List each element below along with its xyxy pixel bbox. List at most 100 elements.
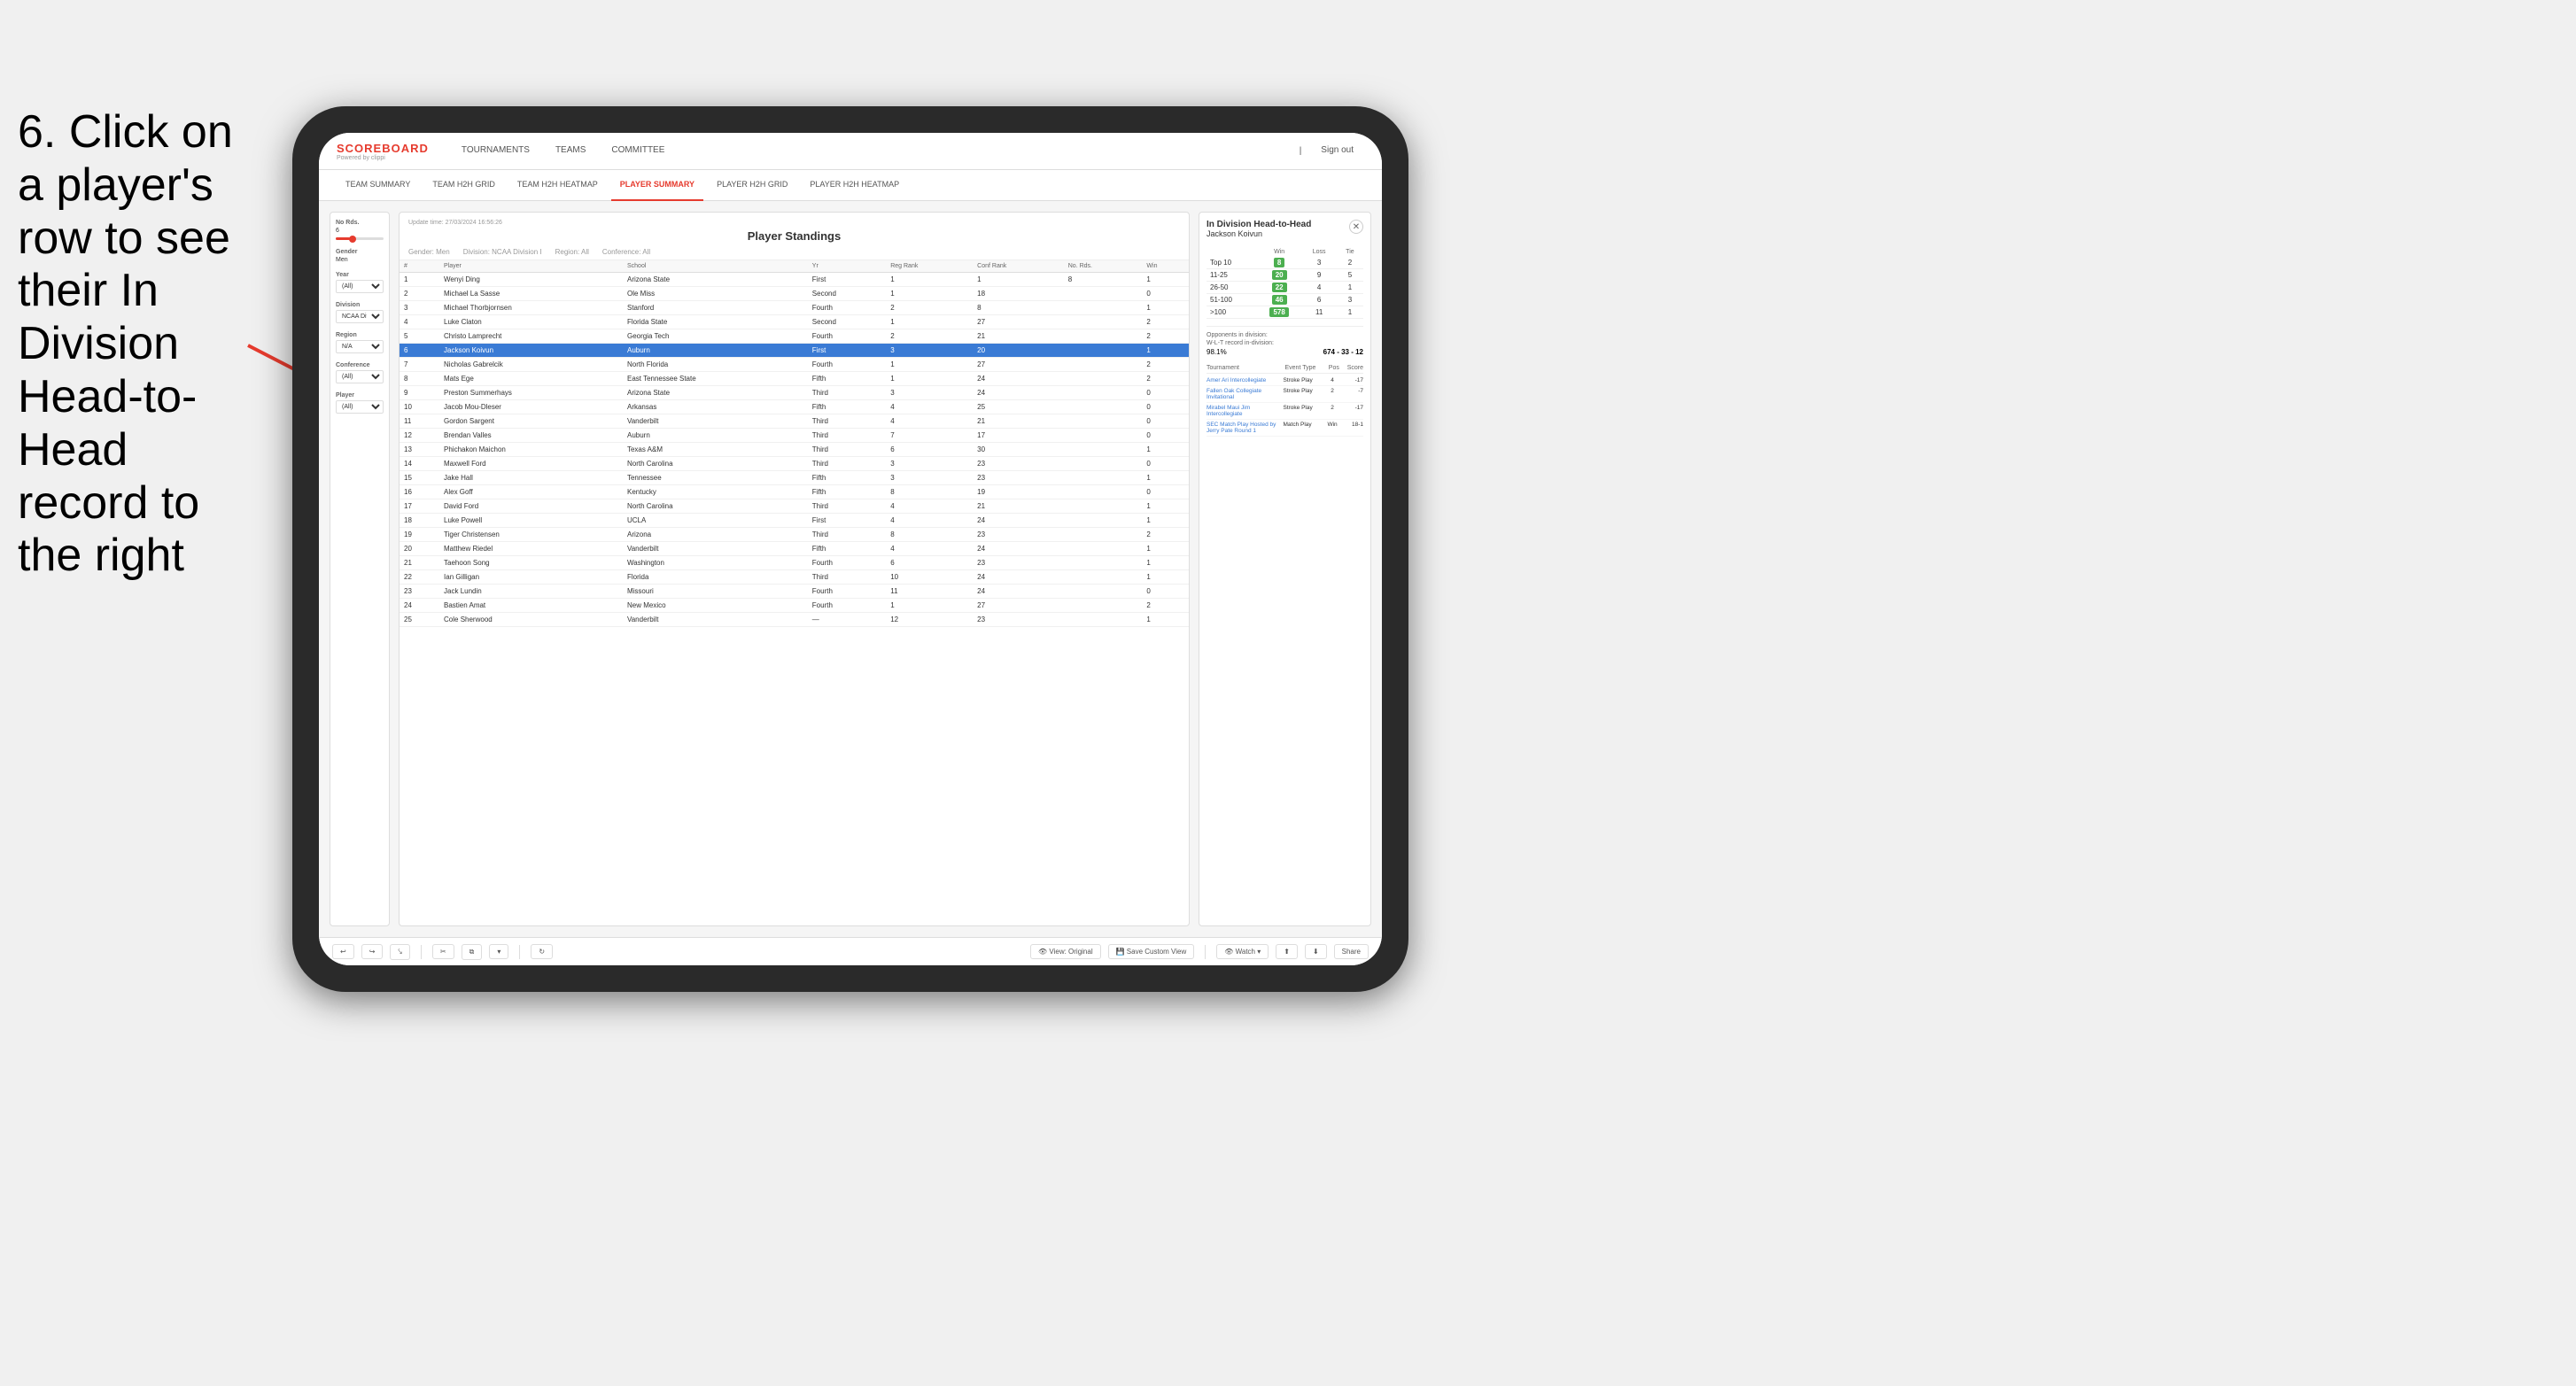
cell-num: 11 — [400, 414, 439, 429]
h2h-record: 674 - 33 - 12 — [1323, 348, 1363, 356]
table-row[interactable]: 6 Jackson Koivun Auburn First 3 20 1 — [400, 344, 1189, 358]
cell-school: Vanderbilt — [623, 542, 808, 556]
toolbar-save-custom[interactable]: 💾 Save Custom View — [1108, 944, 1195, 959]
cell-win: 0 — [1142, 429, 1189, 443]
cell-no-rds — [1064, 499, 1143, 514]
table-row[interactable]: 19 Tiger Christensen Arizona Third 8 23 … — [400, 528, 1189, 542]
h2h-col-win: Win — [1257, 247, 1302, 257]
table-row[interactable]: 5 Christo Lamprecht Georgia Tech Fourth … — [400, 329, 1189, 344]
nav-teams[interactable]: TEAMS — [545, 133, 596, 170]
table-row[interactable]: 7 Nicholas Gabrelcik North Florida Fourt… — [400, 358, 1189, 372]
toolbar-export[interactable]: ⤥ — [390, 944, 410, 960]
no-rds-slider[interactable] — [336, 237, 384, 240]
cell-year: Fifth — [808, 485, 886, 499]
region-select[interactable]: N/A — [336, 340, 384, 353]
tournament-row[interactable]: Fallen Oak Collegiate Invitational Strok… — [1207, 386, 1363, 403]
table-row[interactable]: 20 Matthew Riedel Vanderbilt Fifth 4 24 … — [400, 542, 1189, 556]
nav-committee[interactable]: COMMITTEE — [601, 133, 675, 170]
tournament-row[interactable]: SEC Match Play Hosted by Jerry Pate Roun… — [1207, 420, 1363, 437]
table-row[interactable]: 23 Jack Lundin Missouri Fourth 11 24 0 — [400, 585, 1189, 599]
table-row[interactable]: 13 Phichakon Maichon Texas A&M Third 6 3… — [400, 443, 1189, 457]
cell-num: 8 — [400, 372, 439, 386]
toolbar-refresh[interactable]: ↻ — [531, 944, 553, 959]
table-row[interactable]: 4 Luke Claton Florida State Second 1 27 … — [400, 315, 1189, 329]
sign-out-button[interactable]: Sign out — [1310, 133, 1364, 170]
toolbar-cut[interactable]: ✂ — [432, 944, 454, 959]
conference-filter: Conference (All) — [336, 362, 384, 383]
cell-no-rds — [1064, 344, 1143, 358]
table-row[interactable]: 18 Luke Powell UCLA First 4 24 1 — [400, 514, 1189, 528]
toolbar-more[interactable]: ▾ — [489, 944, 508, 959]
toolbar-redo[interactable]: ↪ — [361, 944, 384, 959]
sub-nav-player-h2h-grid[interactable]: PLAYER H2H GRID — [708, 170, 796, 201]
table-row[interactable]: 3 Michael Thorbjornsen Stanford Fourth 2… — [400, 301, 1189, 315]
cell-school: Vanderbilt — [623, 613, 808, 627]
table-row[interactable]: 22 Ian Gilligan Florida Third 10 24 1 — [400, 570, 1189, 585]
table-row[interactable]: 16 Alex Goff Kentucky Fifth 8 19 0 — [400, 485, 1189, 499]
cell-win: 1 — [1142, 344, 1189, 358]
cell-school: Arkansas — [623, 400, 808, 414]
nav-tournaments[interactable]: TOURNAMENTS — [451, 133, 540, 170]
cell-conf-rank: 27 — [973, 315, 1064, 329]
tournament-score: -17 — [1345, 377, 1363, 383]
table-row[interactable]: 11 Gordon Sargent Vanderbilt Third 4 21 … — [400, 414, 1189, 429]
division-filter-display: Division: NCAA Division I — [463, 248, 542, 256]
cell-year: Third — [808, 414, 886, 429]
table-row[interactable]: 10 Jacob Mou-Dleser Arkansas Fifth 4 25 … — [400, 400, 1189, 414]
cell-num: 17 — [400, 499, 439, 514]
toolbar-undo[interactable]: ↩ — [332, 944, 354, 959]
col-no-rds: No. Rds. — [1064, 260, 1143, 273]
h2h-win: 578 — [1257, 306, 1302, 319]
region-filter: Region N/A — [336, 332, 384, 353]
tournament-name: SEC Match Play Hosted by Jerry Pate Roun… — [1207, 422, 1280, 434]
sub-nav-team-summary[interactable]: TEAM SUMMARY — [337, 170, 419, 201]
division-select[interactable]: NCAA Division I — [336, 310, 384, 323]
h2h-loss: 9 — [1301, 269, 1336, 282]
sub-nav-team-h2h-heatmap[interactable]: TEAM H2H HEATMAP — [508, 170, 607, 201]
toolbar-view-original[interactable]: 👁 View: Original — [1030, 944, 1101, 959]
nav-items: TOURNAMENTS TEAMS COMMITTEE — [451, 133, 1300, 170]
cell-no-rds — [1064, 457, 1143, 471]
cell-player: Ian Gilligan — [439, 570, 623, 585]
table-row[interactable]: 21 Taehoon Song Washington Fourth 6 23 1 — [400, 556, 1189, 570]
table-row[interactable]: 15 Jake Hall Tennessee Fifth 3 23 1 — [400, 471, 1189, 485]
table-row[interactable]: 9 Preston Summerhays Arizona State Third… — [400, 386, 1189, 400]
table-row[interactable]: 1 Wenyi Ding Arizona State First 1 1 8 1 — [400, 273, 1189, 287]
player-filter: Player (All) — [336, 392, 384, 414]
h2h-win: 22 — [1257, 282, 1302, 294]
toolbar-watch[interactable]: 👁 Watch ▾ — [1216, 944, 1269, 959]
cell-no-rds — [1064, 414, 1143, 429]
cell-conf-rank: 23 — [973, 528, 1064, 542]
col-player: Player — [439, 260, 623, 273]
toolbar-down[interactable]: ⬇ — [1305, 944, 1327, 959]
cell-win: 2 — [1142, 315, 1189, 329]
tournament-row[interactable]: Mirabel Maui Jim Intercollegiate Stroke … — [1207, 403, 1363, 420]
toolbar-share[interactable]: Share — [1334, 944, 1369, 959]
year-select[interactable]: (All) — [336, 280, 384, 293]
player-select[interactable]: (All) — [336, 400, 384, 414]
table-row[interactable]: 12 Brendan Valles Auburn Third 7 17 0 — [400, 429, 1189, 443]
standings-table-container[interactable]: # Player School Yr Reg Rank Conf Rank No… — [400, 260, 1189, 925]
cell-player: Alex Goff — [439, 485, 623, 499]
toolbar-up[interactable]: ⬆ — [1276, 944, 1298, 959]
cell-no-rds — [1064, 599, 1143, 613]
conference-select[interactable]: (All) — [336, 370, 384, 383]
cell-win: 2 — [1142, 599, 1189, 613]
tournament-row[interactable]: Amer Ari Intercollegiate Stroke Play 4 -… — [1207, 376, 1363, 386]
sub-nav-player-h2h-heatmap[interactable]: PLAYER H2H HEATMAP — [801, 170, 908, 201]
toolbar-copy[interactable]: ⧉ — [462, 944, 483, 960]
table-row[interactable]: 2 Michael La Sasse Ole Miss Second 1 18 … — [400, 287, 1189, 301]
table-row[interactable]: 17 David Ford North Carolina Third 4 21 … — [400, 499, 1189, 514]
sub-nav-team-h2h-grid[interactable]: TEAM H2H GRID — [423, 170, 504, 201]
table-row[interactable]: 24 Bastien Amat New Mexico Fourth 1 27 2 — [400, 599, 1189, 613]
sub-nav-player-summary[interactable]: PLAYER SUMMARY — [611, 170, 703, 201]
tournament-type: Stroke Play — [1284, 388, 1320, 400]
h2h-close-button[interactable]: ✕ — [1349, 220, 1363, 234]
table-row[interactable]: 25 Cole Sherwood Vanderbilt — 12 23 1 — [400, 613, 1189, 627]
table-row[interactable]: 14 Maxwell Ford North Carolina Third 3 2… — [400, 457, 1189, 471]
tournament-name: Fallen Oak Collegiate Invitational — [1207, 388, 1280, 400]
toolbar-sep-1 — [421, 945, 422, 959]
h2h-range: Top 10 — [1207, 257, 1257, 269]
table-row[interactable]: 8 Mats Ege East Tennessee State Fifth 1 … — [400, 372, 1189, 386]
cell-num: 18 — [400, 514, 439, 528]
